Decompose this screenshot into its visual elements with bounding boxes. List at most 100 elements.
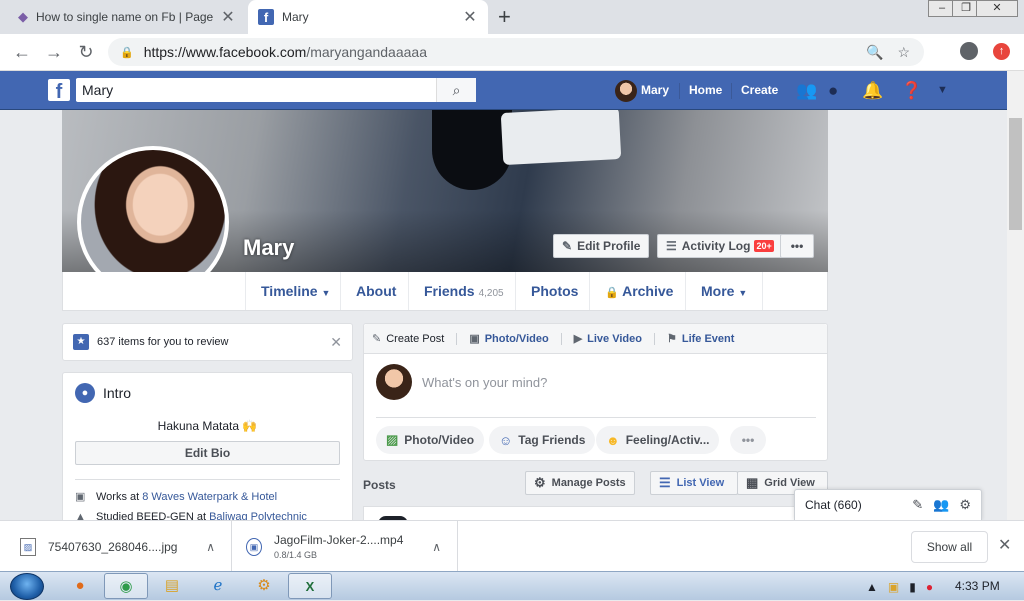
- tray-arrow-icon[interactable]: ▲: [866, 580, 878, 594]
- extension-icon[interactable]: ↑: [993, 43, 1010, 60]
- facebook-logo-icon[interactable]: f: [48, 79, 70, 101]
- tab-photos[interactable]: Photos: [515, 272, 593, 310]
- tab-timeline-label: Timeline: [261, 283, 318, 299]
- profile-name[interactable]: Mary: [243, 235, 294, 261]
- close-icon[interactable]: ✕: [330, 334, 342, 351]
- activity-log-button[interactable]: ☰ Activity Log 20+: [657, 234, 783, 258]
- zoom-icon[interactable]: 🔍: [866, 44, 883, 61]
- new-tab-button[interactable]: +: [498, 4, 511, 30]
- excel-icon[interactable]: X: [288, 573, 332, 599]
- life-event-label: Life Event: [681, 332, 735, 345]
- status-input[interactable]: What's on your mind?: [422, 375, 547, 390]
- browser-tab-inactive[interactable]: ◆ How to single name on Fb | Page ✕: [8, 0, 246, 34]
- tab-life-event[interactable]: ⚑ Life Event: [666, 332, 735, 346]
- tray-app-icon[interactable]: ▣: [888, 580, 899, 594]
- header-profile-link[interactable]: Mary: [641, 71, 669, 110]
- show-all-button[interactable]: Show all: [911, 531, 988, 563]
- compose-icon[interactable]: ✎: [912, 497, 923, 513]
- reload-icon[interactable]: ↻: [76, 42, 96, 63]
- tab-close-icon[interactable]: ✕: [220, 7, 236, 27]
- close-window-button[interactable]: ✕: [976, 0, 1018, 17]
- notifications-bell-icon[interactable]: 🔔: [862, 71, 883, 110]
- forward-arrow-icon[interactable]: →: [44, 42, 64, 63]
- scrollbar-thumb[interactable]: [1009, 118, 1022, 230]
- fb-search-box: ⌕: [76, 78, 476, 102]
- address-bar[interactable]: 🔒 https://www.facebook.com/maryangandaaa…: [108, 38, 924, 66]
- live-video-label: Live Video: [587, 332, 642, 345]
- intro-title: Intro: [103, 385, 132, 401]
- profile-icon[interactable]: [960, 42, 978, 60]
- review-text: 637 items for you to review: [97, 336, 229, 348]
- group-icon[interactable]: 👥: [933, 497, 949, 513]
- manage-posts-label: Manage Posts: [551, 477, 626, 489]
- header-home-link[interactable]: Home: [689, 71, 722, 110]
- bookmark-star-icon[interactable]: ☆: [897, 44, 910, 61]
- browser-tab-active[interactable]: f Mary ✕: [248, 0, 488, 34]
- photo-video-button[interactable]: ▨ Photo/Video: [376, 426, 485, 454]
- manage-icon: ⚙: [534, 475, 546, 490]
- download-item[interactable]: ▣ JagoFilm-Joker-2....mp4 0.8/1.4 GB ∧: [232, 521, 458, 572]
- tab-more[interactable]: More ▼: [685, 272, 764, 310]
- download-shelf: ▨ 75407630_268046....jpg ∧ ▣ JagoFilm-Jo…: [0, 520, 1024, 572]
- list-view-button[interactable]: ☰ List View: [650, 471, 738, 495]
- power-icon[interactable]: ▮: [909, 580, 916, 594]
- friend-requests-icon[interactable]: 👥: [796, 71, 817, 110]
- chat-bar[interactable]: Chat (660) ✎ 👥 ⚙: [794, 489, 982, 520]
- review-notice[interactable]: ★ 637 items for you to review ✕: [62, 323, 353, 361]
- account-menu-caret-icon[interactable]: ▼: [937, 71, 948, 110]
- messenger-icon[interactable]: ●: [828, 71, 838, 110]
- profile-nav: Timeline ▼ About Friends 4,205 Photos 🔒 A…: [62, 272, 828, 311]
- work-place-link[interactable]: 8 Waves Waterpark & Hotel: [142, 491, 277, 503]
- internet-explorer-icon[interactable]: ℯ: [196, 573, 240, 599]
- header-create-link[interactable]: Create: [741, 71, 778, 110]
- download-item[interactable]: ▨ 75407630_268046....jpg ∧: [0, 521, 232, 572]
- facebook-header: f ⌕ Mary Home Create 👥 ● 🔔 ❓ ▼: [0, 71, 1007, 110]
- edit-bio-button[interactable]: Edit Bio: [75, 441, 340, 465]
- feeling-label: Feeling/Activ...: [625, 433, 710, 447]
- network-icon[interactable]: ●: [926, 580, 933, 594]
- tab-photo-video[interactable]: ▣ Photo/Video: [469, 332, 548, 346]
- tab-timeline[interactable]: Timeline ▼: [245, 272, 345, 310]
- more-actions-button[interactable]: •••: [730, 426, 766, 454]
- folder-icon[interactable]: ▤: [150, 573, 194, 599]
- tab-close-icon[interactable]: ✕: [462, 7, 478, 27]
- avatar[interactable]: [615, 80, 637, 102]
- edit-profile-button[interactable]: ✎ Edit Profile: [553, 234, 650, 258]
- create-post-label: Create Post: [386, 332, 445, 345]
- tab-about[interactable]: About: [340, 272, 411, 310]
- fb-search-input[interactable]: [76, 79, 436, 101]
- gear-icon[interactable]: ⚙: [959, 497, 971, 513]
- feeling-activity-button[interactable]: ☻ Feeling/Activ...: [596, 426, 720, 454]
- photo-video-action-label: Photo/Video: [404, 433, 475, 447]
- tag-friends-button[interactable]: ☺ Tag Friends: [489, 426, 596, 454]
- facebook-icon: f: [258, 9, 274, 25]
- pencil-icon: ✎: [562, 239, 573, 253]
- avatar: [376, 364, 412, 400]
- app-icon[interactable]: ⚙: [242, 573, 286, 599]
- tab-archive[interactable]: 🔒 Archive: [589, 272, 688, 310]
- tag-friends-label: Tag Friends: [518, 433, 586, 447]
- activity-log-label: Activity Log: [681, 239, 751, 253]
- flag-icon: ⚑: [666, 333, 677, 345]
- pencil-icon: ✎: [372, 333, 382, 345]
- tab-live-video[interactable]: ▶ Live Video: [574, 332, 642, 346]
- tab-create-post[interactable]: ✎ Create Post: [372, 332, 445, 346]
- chevron-up-icon[interactable]: ∧: [206, 540, 215, 554]
- chevron-up-icon[interactable]: ∧: [432, 540, 441, 554]
- tab-friends[interactable]: Friends 4,205: [408, 272, 519, 310]
- help-icon[interactable]: ❓: [901, 71, 922, 110]
- url-text[interactable]: https://www.facebook.com/maryangandaaaaa: [144, 44, 866, 60]
- firefox-icon[interactable]: ●: [58, 573, 102, 599]
- search-icon[interactable]: ⌕: [436, 78, 476, 102]
- more-options-button[interactable]: •••: [780, 234, 814, 258]
- lock-icon: 🔒: [120, 46, 134, 59]
- start-button[interactable]: [10, 573, 44, 600]
- back-arrow-icon[interactable]: ←: [12, 42, 32, 63]
- bio-text: Hakuna Matata 🙌: [157, 419, 258, 433]
- clock[interactable]: 4:33 PM: [955, 579, 1000, 593]
- tab-title: Mary: [282, 10, 309, 24]
- progress-file-icon: ▣: [246, 537, 262, 556]
- manage-posts-button[interactable]: ⚙ Manage Posts: [525, 471, 635, 495]
- close-icon[interactable]: ✕: [998, 535, 1011, 555]
- chrome-icon[interactable]: ◉: [104, 573, 148, 599]
